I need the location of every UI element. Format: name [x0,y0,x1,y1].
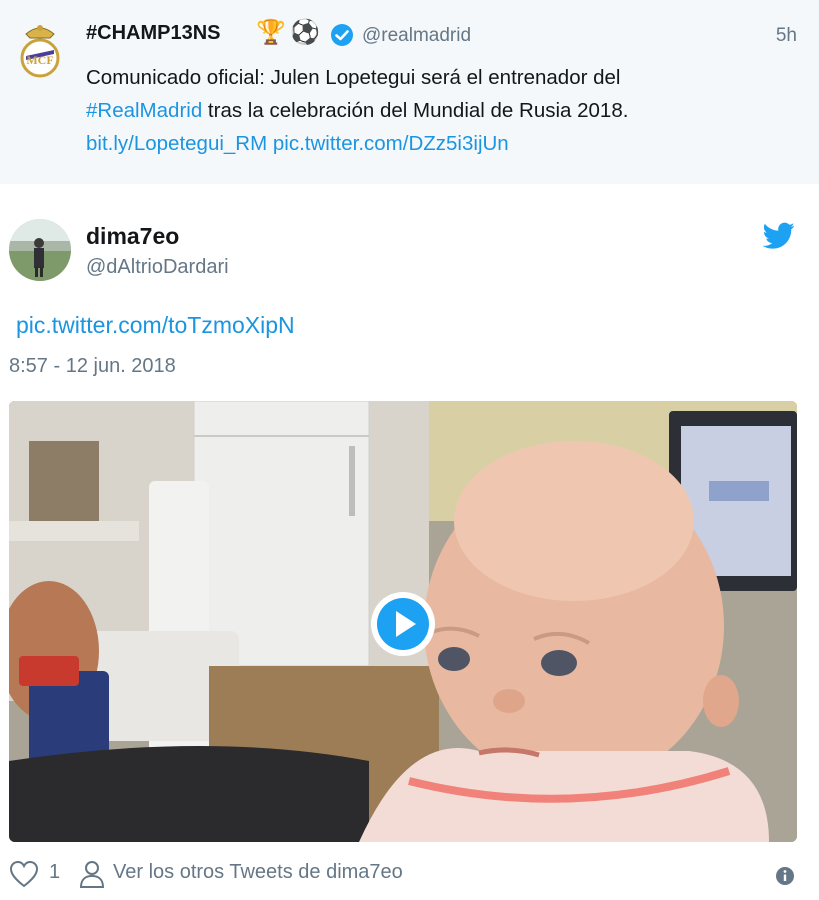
quoted-display-name[interactable]: #CHAMP13NS [86,22,220,45]
tweet-footer: 1 Ver los otros Tweets de dima7eo [9,858,809,890]
verified-badge-icon [331,24,353,46]
tweet-date[interactable]: 8:57 - 12 jun. 2018 [9,355,176,378]
quoted-text-line2: tras la celebración del Mundial de Rusia… [202,99,629,122]
quoted-text-line1: Comunicado oficial: Julen Lopetegui será… [86,66,621,89]
quoted-tweet-text: Comunicado oficial: Julen Lopetegui será… [86,61,786,160]
like-count[interactable]: 1 [49,861,60,884]
svg-text:MCF: MCF [26,53,53,67]
twitter-bird-icon[interactable] [763,222,795,250]
trophy-icon: 🏆 [256,19,286,46]
quoted-timestamp[interactable]: 5h [776,25,797,47]
avatar-image [9,219,71,281]
quoted-tweet[interactable]: MCF #CHAMP13NS 🏆 ⚽ @realmadrid 5h Comuni… [0,0,819,184]
quoted-pic-link[interactable]: pic.twitter.com/DZz5i3ijUn [273,132,509,155]
more-tweets-link[interactable]: Ver los otros Tweets de dima7eo [113,861,403,884]
person-icon[interactable] [79,859,105,889]
info-icon[interactable] [775,866,795,886]
display-name[interactable]: dima7eo [86,223,179,250]
quoted-handle[interactable]: @realmadrid [362,25,471,47]
user-handle[interactable]: @dAltrioDardari [86,256,229,279]
avatar[interactable] [9,219,71,281]
bitly-link[interactable]: bit.ly/Lopetegui_RM [86,132,267,155]
play-icon[interactable] [369,590,437,658]
heart-icon[interactable] [9,860,39,888]
real-madrid-crest-icon[interactable]: MCF [16,20,64,78]
soccer-ball-icon: ⚽ [290,19,320,46]
hashtag-link[interactable]: #RealMadrid [86,99,202,122]
tweet-pic-link[interactable]: pic.twitter.com/toTzmoXipN [16,312,295,339]
